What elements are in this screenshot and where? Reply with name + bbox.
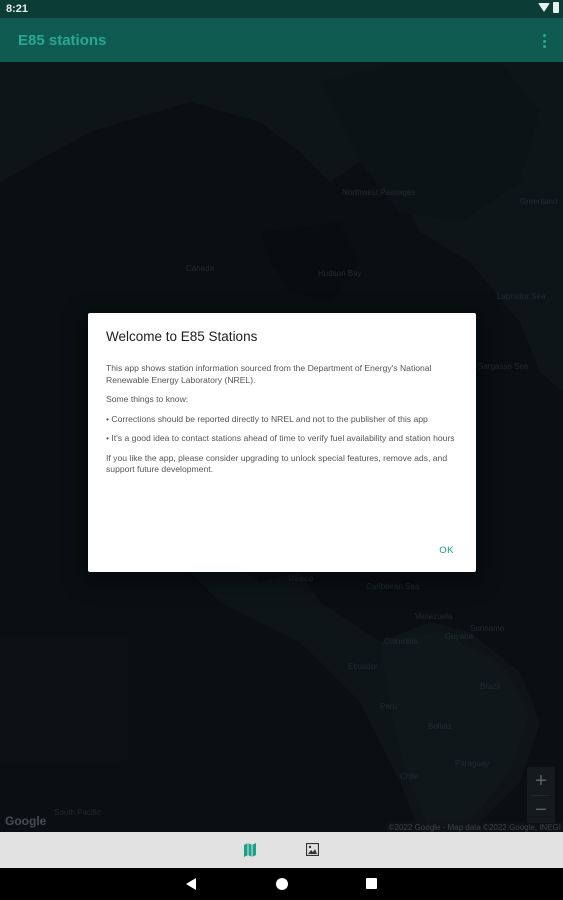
system-nav-bar (0, 868, 563, 900)
ok-button[interactable]: OK (439, 545, 454, 556)
status-bar: 8:21 (0, 0, 563, 18)
battery-icon (553, 2, 559, 13)
app-title: E85 stations (18, 32, 107, 49)
bottom-nav (0, 832, 563, 868)
home-icon[interactable] (276, 878, 288, 890)
dialog-paragraph: • It's a good idea to contact stations a… (106, 433, 455, 443)
dialog-paragraph: This app shows station information sourc… (106, 363, 432, 385)
back-icon[interactable] (186, 878, 196, 890)
recents-icon[interactable] (366, 878, 377, 889)
more-vert-icon[interactable] (535, 32, 553, 50)
map-icon[interactable] (244, 843, 256, 857)
app-bar: E85 stations (0, 18, 563, 62)
wifi-icon (538, 3, 550, 12)
status-icons (538, 2, 559, 13)
dialog-paragraph: If you like the app, please consider upg… (106, 452, 448, 475)
dialog-paragraph: • Corrections should be reported directl… (106, 413, 428, 424)
welcome-dialog: Welcome to E85 Stations This app shows s… (88, 313, 476, 572)
status-time: 8:21 (6, 3, 29, 15)
overflow-dot (542, 39, 546, 43)
dialog-body: This app shows station information sourc… (106, 363, 462, 484)
dialog-paragraph: Some things to know: (106, 394, 189, 404)
gallery-icon[interactable] (305, 842, 320, 857)
overflow-dot (542, 34, 546, 37)
overflow-dot (542, 45, 546, 48)
dialog-title: Welcome to E85 Stations (106, 329, 258, 344)
